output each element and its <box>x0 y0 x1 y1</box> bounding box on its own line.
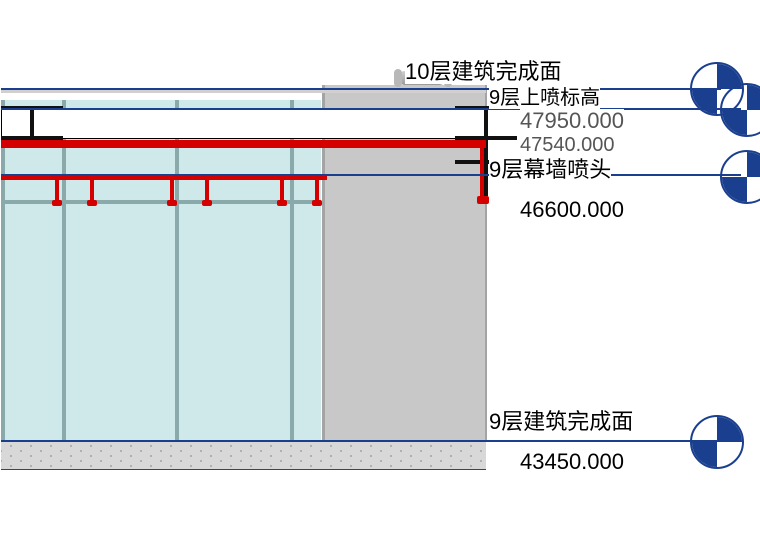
level-marker-icon <box>690 415 744 469</box>
level-label: 9层幕墙喷头 <box>489 158 611 182</box>
beam-web <box>484 140 488 196</box>
level-elev: 43450.000 <box>520 450 624 474</box>
mullion <box>1 100 5 440</box>
level-line <box>1 174 741 176</box>
sprinkler-head-icon <box>167 200 177 206</box>
beam-web <box>30 110 34 136</box>
sprinkler-drop <box>55 176 59 202</box>
level-line <box>1 440 721 442</box>
floor-slab <box>1 440 486 470</box>
beam-web <box>484 110 488 136</box>
level-elev: 47540.000 <box>520 134 615 156</box>
curtain-wall-glass <box>1 100 321 440</box>
sprinkler-drop <box>205 176 209 202</box>
level-elev: 46600.000 <box>520 198 624 222</box>
cw-sprinkler-drop <box>480 148 484 198</box>
transom <box>1 200 321 204</box>
level-label: 9层建筑完成面 <box>489 410 633 434</box>
sprinkler-head-icon <box>87 200 97 206</box>
sprinkler-head-icon <box>277 200 287 206</box>
mullion <box>62 100 66 440</box>
sprinkler-main <box>1 140 486 148</box>
level-elev: 47950.000 <box>520 109 624 133</box>
level-marker-icon <box>720 150 760 204</box>
sprinkler-head-icon <box>312 200 322 206</box>
duct-cap <box>394 69 402 87</box>
slab <box>1 109 488 139</box>
sprinkler-head-icon <box>52 200 62 206</box>
mullion <box>175 100 179 440</box>
mullion <box>290 100 294 440</box>
level-line <box>1 108 741 110</box>
sprinkler-drop <box>315 176 319 202</box>
sprinkler-drop <box>280 176 284 202</box>
level-label: 9层上喷标高 <box>489 87 600 109</box>
sprinkler-branch <box>1 176 327 180</box>
sprinkler-drop <box>90 176 94 202</box>
level-label: 10层建筑完成面 <box>405 60 561 84</box>
level-marker-icon <box>720 83 760 137</box>
section-view: 10层建筑完成面 9层上喷标高 47950.000 47540.000 9层幕墙… <box>0 0 760 548</box>
level-line <box>1 88 721 90</box>
sprinkler-head-icon <box>202 200 212 206</box>
cw-sprinkler-head-icon <box>477 196 489 204</box>
sprinkler-drop <box>170 176 174 202</box>
